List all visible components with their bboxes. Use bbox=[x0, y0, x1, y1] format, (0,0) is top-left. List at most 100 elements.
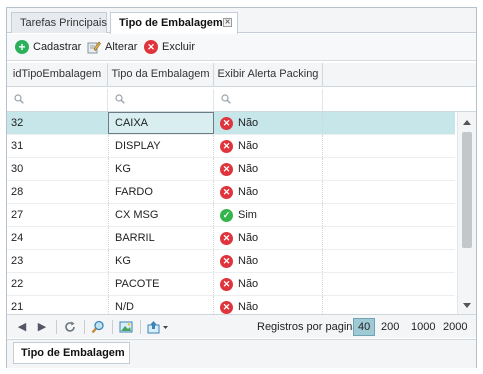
delete-icon: ✕ bbox=[144, 40, 158, 54]
column-header-id[interactable]: idTipoEmbalagem bbox=[7, 63, 108, 87]
cell-alerta-text: Não bbox=[238, 117, 259, 129]
window-frame: Tarefas Principais Tipo de Embalagem ✕ + … bbox=[6, 7, 477, 368]
column-header-tipo[interactable]: Tipo da Embalagem bbox=[108, 63, 214, 87]
cell-alerta: ✕ Não bbox=[214, 273, 323, 295]
cell-alerta-text: Não bbox=[238, 140, 259, 152]
cell-tipo[interactable]: KG bbox=[108, 158, 214, 180]
search-icon bbox=[221, 94, 231, 104]
bottom-tab-strip: Tipo de Embalagem bbox=[7, 339, 476, 368]
cell-alerta: ✕ Não bbox=[214, 250, 323, 272]
cell-tipo[interactable]: DISPLAY bbox=[108, 135, 214, 157]
search-icon bbox=[115, 94, 125, 104]
no-icon: ✕ bbox=[220, 254, 233, 268]
no-icon: ✕ bbox=[220, 300, 233, 314]
scroll-up-icon[interactable] bbox=[463, 120, 471, 125]
cell-tipo[interactable]: CAIXA bbox=[108, 112, 214, 134]
edit-button-label: Alterar bbox=[105, 41, 138, 53]
no-icon: ✕ bbox=[220, 231, 233, 245]
table-row[interactable]: 32 CAIXA ✕ Não bbox=[7, 112, 455, 135]
close-icon[interactable]: ✕ bbox=[223, 18, 232, 27]
page-size-option[interactable]: 200 bbox=[377, 318, 403, 336]
grid-header: idTipoEmbalagem Tipo da Embalagem Exibir… bbox=[7, 63, 476, 87]
cell-tipo[interactable]: N/D bbox=[108, 296, 214, 314]
cell-id: 24 bbox=[11, 232, 24, 244]
cell-alerta-text: Não bbox=[238, 301, 259, 313]
no-icon: ✕ bbox=[220, 277, 233, 291]
delete-button-label: Excluir bbox=[162, 41, 196, 53]
cell-tipo[interactable]: KG bbox=[108, 250, 214, 272]
plus-icon: + bbox=[15, 40, 29, 54]
cell-alerta: ✕ Não bbox=[214, 158, 323, 180]
prev-page-icon[interactable]: ◀ bbox=[15, 320, 29, 334]
filter-id-input[interactable] bbox=[7, 89, 108, 111]
separator bbox=[140, 320, 141, 334]
separator bbox=[84, 320, 85, 334]
cell-alerta: ✕ Não bbox=[214, 181, 323, 203]
cell-id: 21 bbox=[11, 301, 24, 313]
filter-alerta-input[interactable] bbox=[214, 89, 323, 111]
table-row[interactable]: 27 CX MSG ✓ Sim bbox=[7, 204, 455, 227]
filter-row bbox=[7, 89, 476, 112]
cell-id: 23 bbox=[11, 255, 24, 267]
export-icon[interactable] bbox=[147, 320, 171, 334]
table-row[interactable]: 31 DISPLAY ✕ Não bbox=[7, 135, 455, 158]
cell-alerta: ✓ Sim bbox=[214, 204, 323, 226]
no-icon: ✕ bbox=[220, 162, 233, 176]
next-page-icon[interactable]: ▶ bbox=[35, 320, 49, 334]
table-row[interactable]: 30 KG ✕ Não bbox=[7, 158, 455, 181]
pager-bar: ◀ ▶ Registros por pagina: 40 200 1000 20… bbox=[7, 314, 476, 338]
zoom-icon[interactable] bbox=[91, 320, 105, 334]
cell-id: 28 bbox=[11, 186, 24, 198]
separator bbox=[112, 320, 113, 334]
search-icon bbox=[14, 94, 24, 104]
tab-label: Tipo de Embalagem bbox=[119, 17, 223, 29]
page-size-label: Registros por pagina: bbox=[257, 321, 362, 333]
vertical-scrollbar[interactable] bbox=[457, 112, 476, 314]
cell-alerta-text: Não bbox=[238, 255, 259, 267]
page-size-option[interactable]: 40 bbox=[353, 318, 376, 336]
refresh-icon[interactable] bbox=[63, 320, 77, 334]
cell-tipo[interactable]: FARDO bbox=[108, 181, 214, 203]
bottom-tab-tipo-embalagem[interactable]: Tipo de Embalagem bbox=[13, 342, 130, 364]
cell-alerta: ✕ Não bbox=[214, 296, 323, 314]
cell-tipo[interactable]: CX MSG bbox=[108, 204, 214, 226]
edit-button[interactable]: Alterar bbox=[87, 39, 137, 55]
image-icon[interactable] bbox=[119, 320, 133, 334]
edit-icon bbox=[87, 40, 101, 54]
cell-alerta-text: Não bbox=[238, 232, 259, 244]
scroll-thumb[interactable] bbox=[462, 132, 472, 248]
filter-tipo-input[interactable] bbox=[108, 89, 214, 111]
separator bbox=[56, 320, 57, 334]
add-button-label: Cadastrar bbox=[33, 41, 82, 53]
cell-tipo[interactable]: BARRIL bbox=[108, 227, 214, 249]
no-icon: ✕ bbox=[220, 116, 233, 130]
cell-alerta-text: Não bbox=[238, 278, 259, 290]
cell-tipo[interactable]: PACOTE bbox=[108, 273, 214, 295]
no-icon: ✕ bbox=[220, 139, 233, 153]
table-row[interactable]: 21 N/D ✕ Não bbox=[7, 296, 455, 314]
table-row[interactable]: 24 BARRIL ✕ Não bbox=[7, 227, 455, 250]
no-icon: ✕ bbox=[220, 185, 233, 199]
cell-id: 27 bbox=[11, 209, 24, 221]
tab-tarefas-principais[interactable]: Tarefas Principais bbox=[11, 12, 107, 33]
cell-alerta: ✕ Não bbox=[214, 112, 323, 134]
tab-strip: Tarefas Principais Tipo de Embalagem ✕ bbox=[7, 8, 476, 34]
page-size-option[interactable]: 2000 bbox=[439, 318, 471, 336]
delete-button[interactable]: ✕ Excluir bbox=[144, 39, 195, 55]
cell-id: 22 bbox=[11, 278, 24, 290]
cell-id: 31 bbox=[11, 140, 24, 152]
table-row[interactable]: 22 PACOTE ✕ Não bbox=[7, 273, 455, 296]
page-size-option[interactable]: 1000 bbox=[407, 318, 439, 336]
add-button[interactable]: + Cadastrar bbox=[15, 39, 81, 55]
scroll-down-icon[interactable] bbox=[463, 303, 471, 308]
cell-alerta: ✕ Não bbox=[214, 135, 323, 157]
column-header-alerta[interactable]: Exibir Alerta Packing bbox=[214, 63, 323, 87]
table-row[interactable]: 28 FARDO ✕ Não bbox=[7, 181, 455, 204]
cell-id: 30 bbox=[11, 163, 24, 175]
grid-body: 32 CAIXA ✕ Não 31 DISPLAY ✕ Não 30 KG ✕ Não… bbox=[7, 112, 455, 314]
tab-tipo-embalagem[interactable]: Tipo de Embalagem ✕ bbox=[110, 12, 238, 34]
cell-alerta-text: Não bbox=[238, 186, 259, 198]
check-icon: ✓ bbox=[220, 208, 233, 222]
table-row[interactable]: 23 KG ✕ Não bbox=[7, 250, 455, 273]
cell-alerta-text: Sim bbox=[238, 209, 257, 221]
